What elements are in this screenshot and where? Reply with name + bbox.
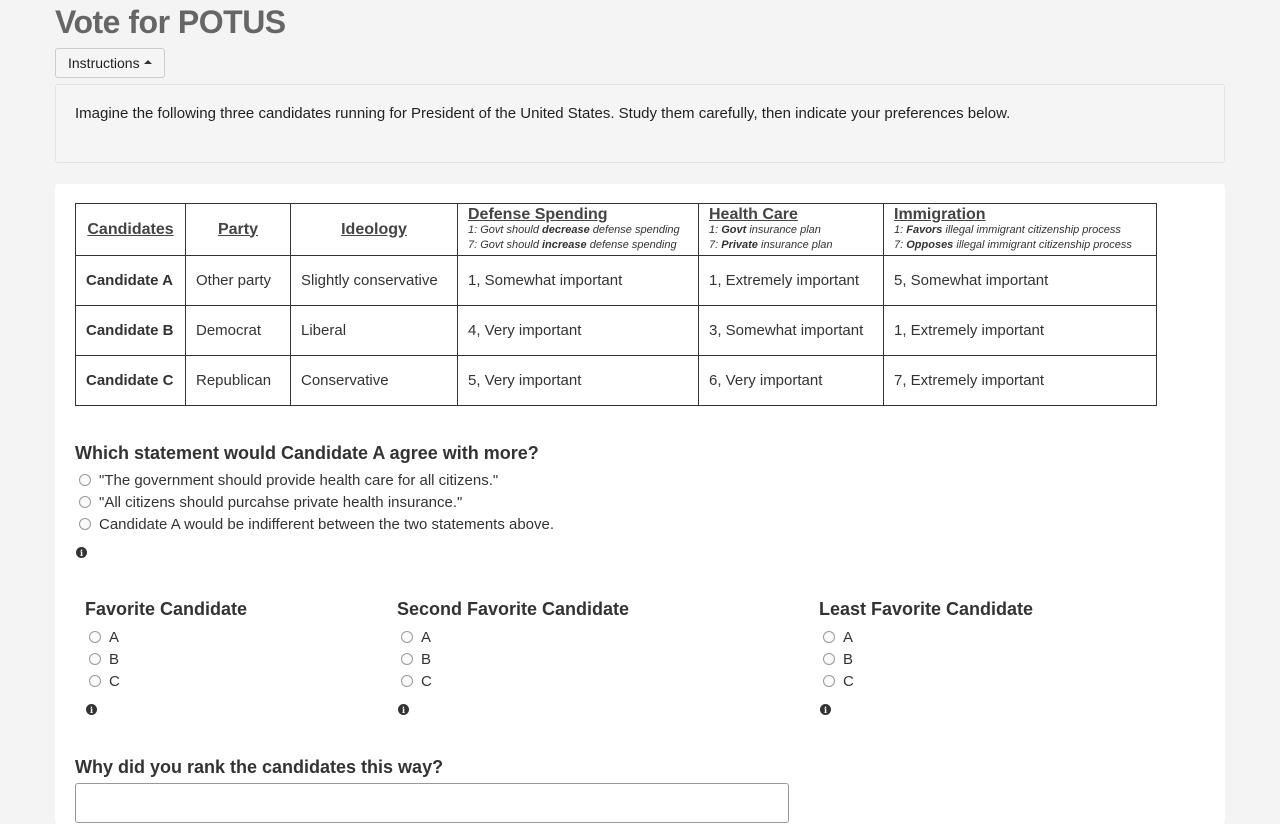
radio-button[interactable] [89, 675, 101, 687]
option-label: C [109, 672, 120, 690]
favorite-option-a[interactable]: A [89, 626, 119, 648]
header-defense-title: Defense Spending [468, 206, 608, 223]
table-row: Candidate A Other party Slightly conserv… [75, 255, 1157, 306]
header-defense-scale-1: 1: Govt should decrease defense spending [468, 224, 680, 236]
radio-button[interactable] [79, 518, 91, 530]
instructions-button-label: Instructions [68, 55, 140, 71]
favorite-option-b[interactable]: B [89, 648, 119, 670]
page-title: Vote for POTUS [55, 4, 286, 40]
header-immigration: Immigration 1: Favors illegal immigrant … [883, 203, 1157, 256]
candidate-name-cell: Candidate C [75, 355, 186, 406]
radio-button[interactable] [79, 474, 91, 486]
option-label: B [109, 650, 120, 668]
party-cell: Democrat [185, 305, 291, 356]
ideology-cell: Slightly conservative [290, 255, 458, 306]
question-option-3[interactable]: Candidate A would be indifferent between… [79, 513, 554, 535]
why-rank-title: Why did you rank the candidates this way… [75, 757, 444, 777]
second-option-b[interactable]: B [401, 648, 431, 670]
second-option-c[interactable]: C [401, 670, 432, 692]
header-health-care: Health Care 1: Govt insurance plan 7: Pr… [698, 203, 884, 256]
option-label: "The government should provide health ca… [99, 471, 499, 489]
ideology-cell: Liberal [290, 305, 458, 356]
instructions-panel: Imagine the following three candidates r… [55, 84, 1225, 163]
favorite-candidate-title: Favorite Candidate [85, 599, 248, 619]
immigration-cell: 7, Extremely important [883, 355, 1157, 406]
option-label: B [843, 650, 854, 668]
info-icon[interactable]: i [820, 704, 831, 715]
candidates-table: Candidates Party Ideology Defense Spendi… [75, 203, 1157, 406]
header-party: Party [185, 203, 291, 256]
radio-button[interactable] [823, 631, 835, 643]
ideology-cell: Conservative [290, 355, 458, 406]
header-candidates: Candidates [75, 203, 186, 256]
health-cell: 6, Very important [698, 355, 884, 406]
question-title: Which statement would Candidate A agree … [75, 443, 539, 463]
radio-button[interactable] [401, 653, 413, 665]
header-immigration-title: Immigration [894, 206, 986, 223]
option-label: A [109, 628, 120, 646]
info-icon[interactable]: i [76, 547, 87, 558]
party-cell: Republican [185, 355, 291, 406]
header-health-scale-7: 7: Private insurance plan [709, 239, 833, 251]
party-cell: Other party [185, 255, 291, 306]
option-label: C [843, 672, 854, 690]
option-label: Candidate A would be indifferent between… [99, 515, 555, 533]
radio-button[interactable] [823, 653, 835, 665]
radio-button[interactable] [401, 631, 413, 643]
defense-cell: 5, Very important [457, 355, 699, 406]
health-cell: 1, Extremely important [698, 255, 884, 306]
header-ideology: Ideology [290, 203, 458, 256]
question-option-2[interactable]: "All citizens should purcahse private he… [79, 491, 462, 513]
why-rank-textarea[interactable] [75, 783, 789, 823]
option-label: "All citizens should purcahse private he… [99, 493, 463, 511]
radio-button[interactable] [401, 675, 413, 687]
instructions-text: Imagine the following three candidates r… [75, 105, 1011, 122]
second-favorite-candidate-title: Second Favorite Candidate [397, 599, 630, 619]
table-header-row: Candidates Party Ideology Defense Spendi… [75, 203, 1157, 256]
option-label: A [843, 628, 854, 646]
radio-button[interactable] [79, 496, 91, 508]
favorite-option-c[interactable]: C [89, 670, 120, 692]
radio-button[interactable] [823, 675, 835, 687]
info-icon[interactable]: i [398, 704, 409, 715]
health-cell: 3, Somewhat important [698, 305, 884, 356]
immigration-cell: 5, Somewhat important [883, 255, 1157, 306]
second-option-a[interactable]: A [401, 626, 431, 648]
least-option-a[interactable]: A [823, 626, 853, 648]
least-option-c[interactable]: C [823, 670, 854, 692]
least-option-b[interactable]: B [823, 648, 853, 670]
defense-cell: 1, Somewhat important [457, 255, 699, 306]
table-row: Candidate B Democrat Liberal 4, Very imp… [75, 305, 1157, 356]
option-label: C [421, 672, 432, 690]
header-immigration-scale-7: 7: Opposes illegal immigrant citizenship… [894, 239, 1132, 251]
header-immigration-scale-1: 1: Favors illegal immigrant citizenship … [894, 224, 1121, 236]
caret-up-icon [143, 60, 152, 64]
radio-button[interactable] [89, 653, 101, 665]
radio-button[interactable] [89, 631, 101, 643]
immigration-cell: 1, Extremely important [883, 305, 1157, 356]
candidate-name-cell: Candidate B [75, 305, 186, 356]
option-label: A [421, 628, 432, 646]
instructions-toggle-button[interactable]: Instructions [55, 48, 165, 78]
header-health-scale-1: 1: Govt insurance plan [709, 224, 821, 236]
header-health-title: Health Care [709, 206, 798, 223]
info-icon[interactable]: i [86, 704, 97, 715]
option-label: B [421, 650, 432, 668]
header-defense-scale-7: 7: Govt should increase defense spending [468, 239, 677, 251]
candidate-name-cell: Candidate A [75, 255, 186, 306]
table-row: Candidate C Republican Conservative 5, V… [75, 355, 1157, 406]
header-defense-spending: Defense Spending 1: Govt should decrease… [457, 203, 699, 256]
least-favorite-candidate-title: Least Favorite Candidate [819, 599, 1034, 619]
defense-cell: 4, Very important [457, 305, 699, 356]
question-option-1[interactable]: "The government should provide health ca… [79, 469, 498, 491]
